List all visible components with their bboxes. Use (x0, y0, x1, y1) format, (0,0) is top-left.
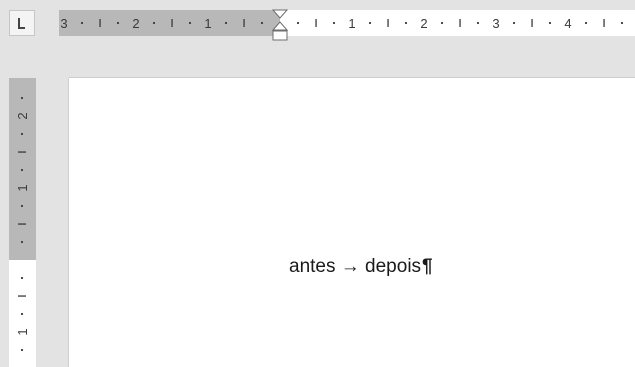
quarter-unit-dot (512, 21, 516, 25)
horizontal-ruler-label: 2 (420, 16, 427, 31)
quarter-unit-dot (20, 276, 24, 280)
quarter-unit-dot (116, 21, 120, 25)
horizontal-ruler-label: 4 (564, 16, 571, 31)
horizontal-ruler-label: 3 (492, 16, 499, 31)
half-unit-tick (171, 19, 173, 27)
half-unit-tick (603, 19, 605, 27)
horizontal-ruler[interactable]: 3 2 1 1 2 3 4 (59, 9, 635, 41)
quarter-unit-dot (152, 21, 156, 25)
quarter-unit-dot (620, 21, 624, 25)
horizontal-ruler-label: 3 (60, 16, 67, 31)
quarter-unit-dot (332, 21, 336, 25)
quarter-unit-dot (80, 21, 84, 25)
quarter-unit-dot (296, 21, 300, 25)
half-unit-tick (99, 19, 101, 27)
quarter-unit-dot (20, 348, 24, 352)
left-tab-icon (18, 18, 25, 29)
quarter-unit-dot (224, 21, 228, 25)
vertical-ruler-label: 2 (15, 112, 30, 119)
vertical-ruler-scale: 2 1 1 (15, 96, 30, 352)
quarter-unit-dot (584, 21, 588, 25)
half-unit-tick (387, 19, 389, 27)
half-unit-tick (18, 223, 26, 225)
quarter-unit-dot (20, 240, 24, 244)
quarter-unit-dot (476, 21, 480, 25)
indent-marker-icon[interactable] (271, 8, 289, 48)
vertical-ruler-label: 1 (15, 184, 30, 191)
quarter-unit-dot (440, 21, 444, 25)
half-unit-tick (315, 19, 317, 27)
quarter-unit-dot (368, 21, 372, 25)
vertical-ruler-label: 1 (15, 328, 30, 335)
paragraph-mark-icon: ¶ (422, 256, 433, 277)
quarter-unit-dot (548, 21, 552, 25)
document-page[interactable]: antes → depois¶ (69, 78, 635, 367)
half-unit-tick (18, 295, 26, 297)
tab-selector-button[interactable] (9, 10, 35, 36)
quarter-unit-dot (20, 132, 24, 136)
half-unit-tick (18, 151, 26, 153)
horizontal-ruler-label: 1 (348, 16, 355, 31)
quarter-unit-dot (188, 21, 192, 25)
vertical-ruler[interactable]: 2 1 1 (9, 78, 36, 367)
horizontal-ruler-label: 1 (204, 16, 211, 31)
arrow-glyph: → (340, 256, 360, 277)
quarter-unit-dot (20, 204, 24, 208)
document-text-line[interactable]: antes → depois¶ (289, 256, 433, 278)
half-unit-tick (459, 19, 461, 27)
quarter-unit-dot (20, 96, 24, 100)
quarter-unit-dot (260, 21, 264, 25)
quarter-unit-dot (20, 312, 24, 316)
word-before: antes (289, 256, 336, 277)
quarter-unit-dot (404, 21, 408, 25)
horizontal-ruler-scale: 3 2 1 1 2 3 4 (60, 16, 624, 31)
half-unit-tick (531, 19, 533, 27)
quarter-unit-dot (20, 168, 24, 172)
word-after: depois (365, 256, 422, 277)
half-unit-tick (243, 19, 245, 27)
horizontal-ruler-label: 2 (132, 16, 139, 31)
